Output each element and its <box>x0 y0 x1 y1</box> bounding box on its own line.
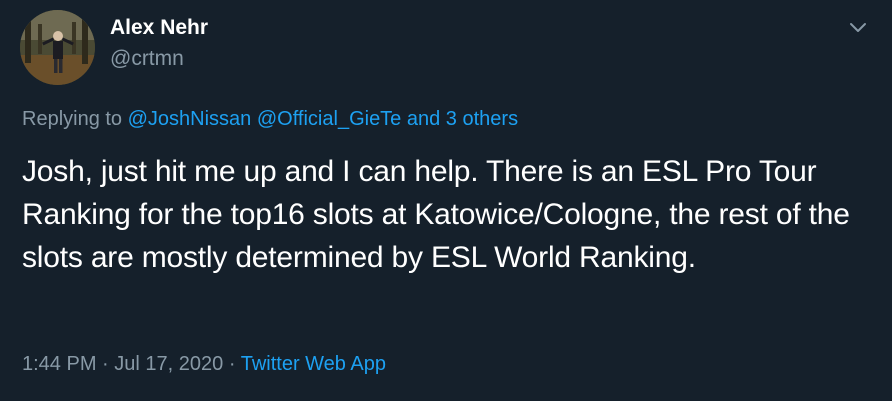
tweet-date[interactable]: Jul 17, 2020 <box>114 353 223 375</box>
tweet-source-link[interactable]: Twitter Web App <box>241 353 386 375</box>
replying-prefix: Replying to <box>22 108 123 130</box>
tweet-card: Alex Nehr @crtmn Replying to @JoshNissan… <box>0 0 892 401</box>
tweet-menu-button[interactable] <box>844 14 872 42</box>
author-handle[interactable]: @crtmn <box>110 45 208 73</box>
mention-link-joshnissan[interactable]: @JoshNissan <box>128 108 252 130</box>
tweet-metadata: 1:44 PM · Jul 17, 2020 · Twitter Web App <box>22 350 386 378</box>
chevron-down-icon <box>850 23 866 32</box>
tweet-time[interactable]: 1:44 PM <box>22 353 96 375</box>
tweet-text: Josh, just hit me up and I can help. The… <box>22 155 850 274</box>
mention-link-official-giete[interactable]: @Official_GieTe <box>257 108 401 130</box>
author-block: Alex Nehr @crtmn <box>110 14 208 73</box>
avatar[interactable] <box>20 10 95 85</box>
meta-separator: · <box>102 353 109 375</box>
replying-to-line: Replying to @JoshNissan @Official_GieTe … <box>22 105 518 133</box>
replying-others-link[interactable]: and 3 others <box>407 108 518 130</box>
author-display-name[interactable]: Alex Nehr <box>110 14 208 42</box>
meta-separator: · <box>228 353 236 375</box>
avatar-photo <box>20 10 95 85</box>
